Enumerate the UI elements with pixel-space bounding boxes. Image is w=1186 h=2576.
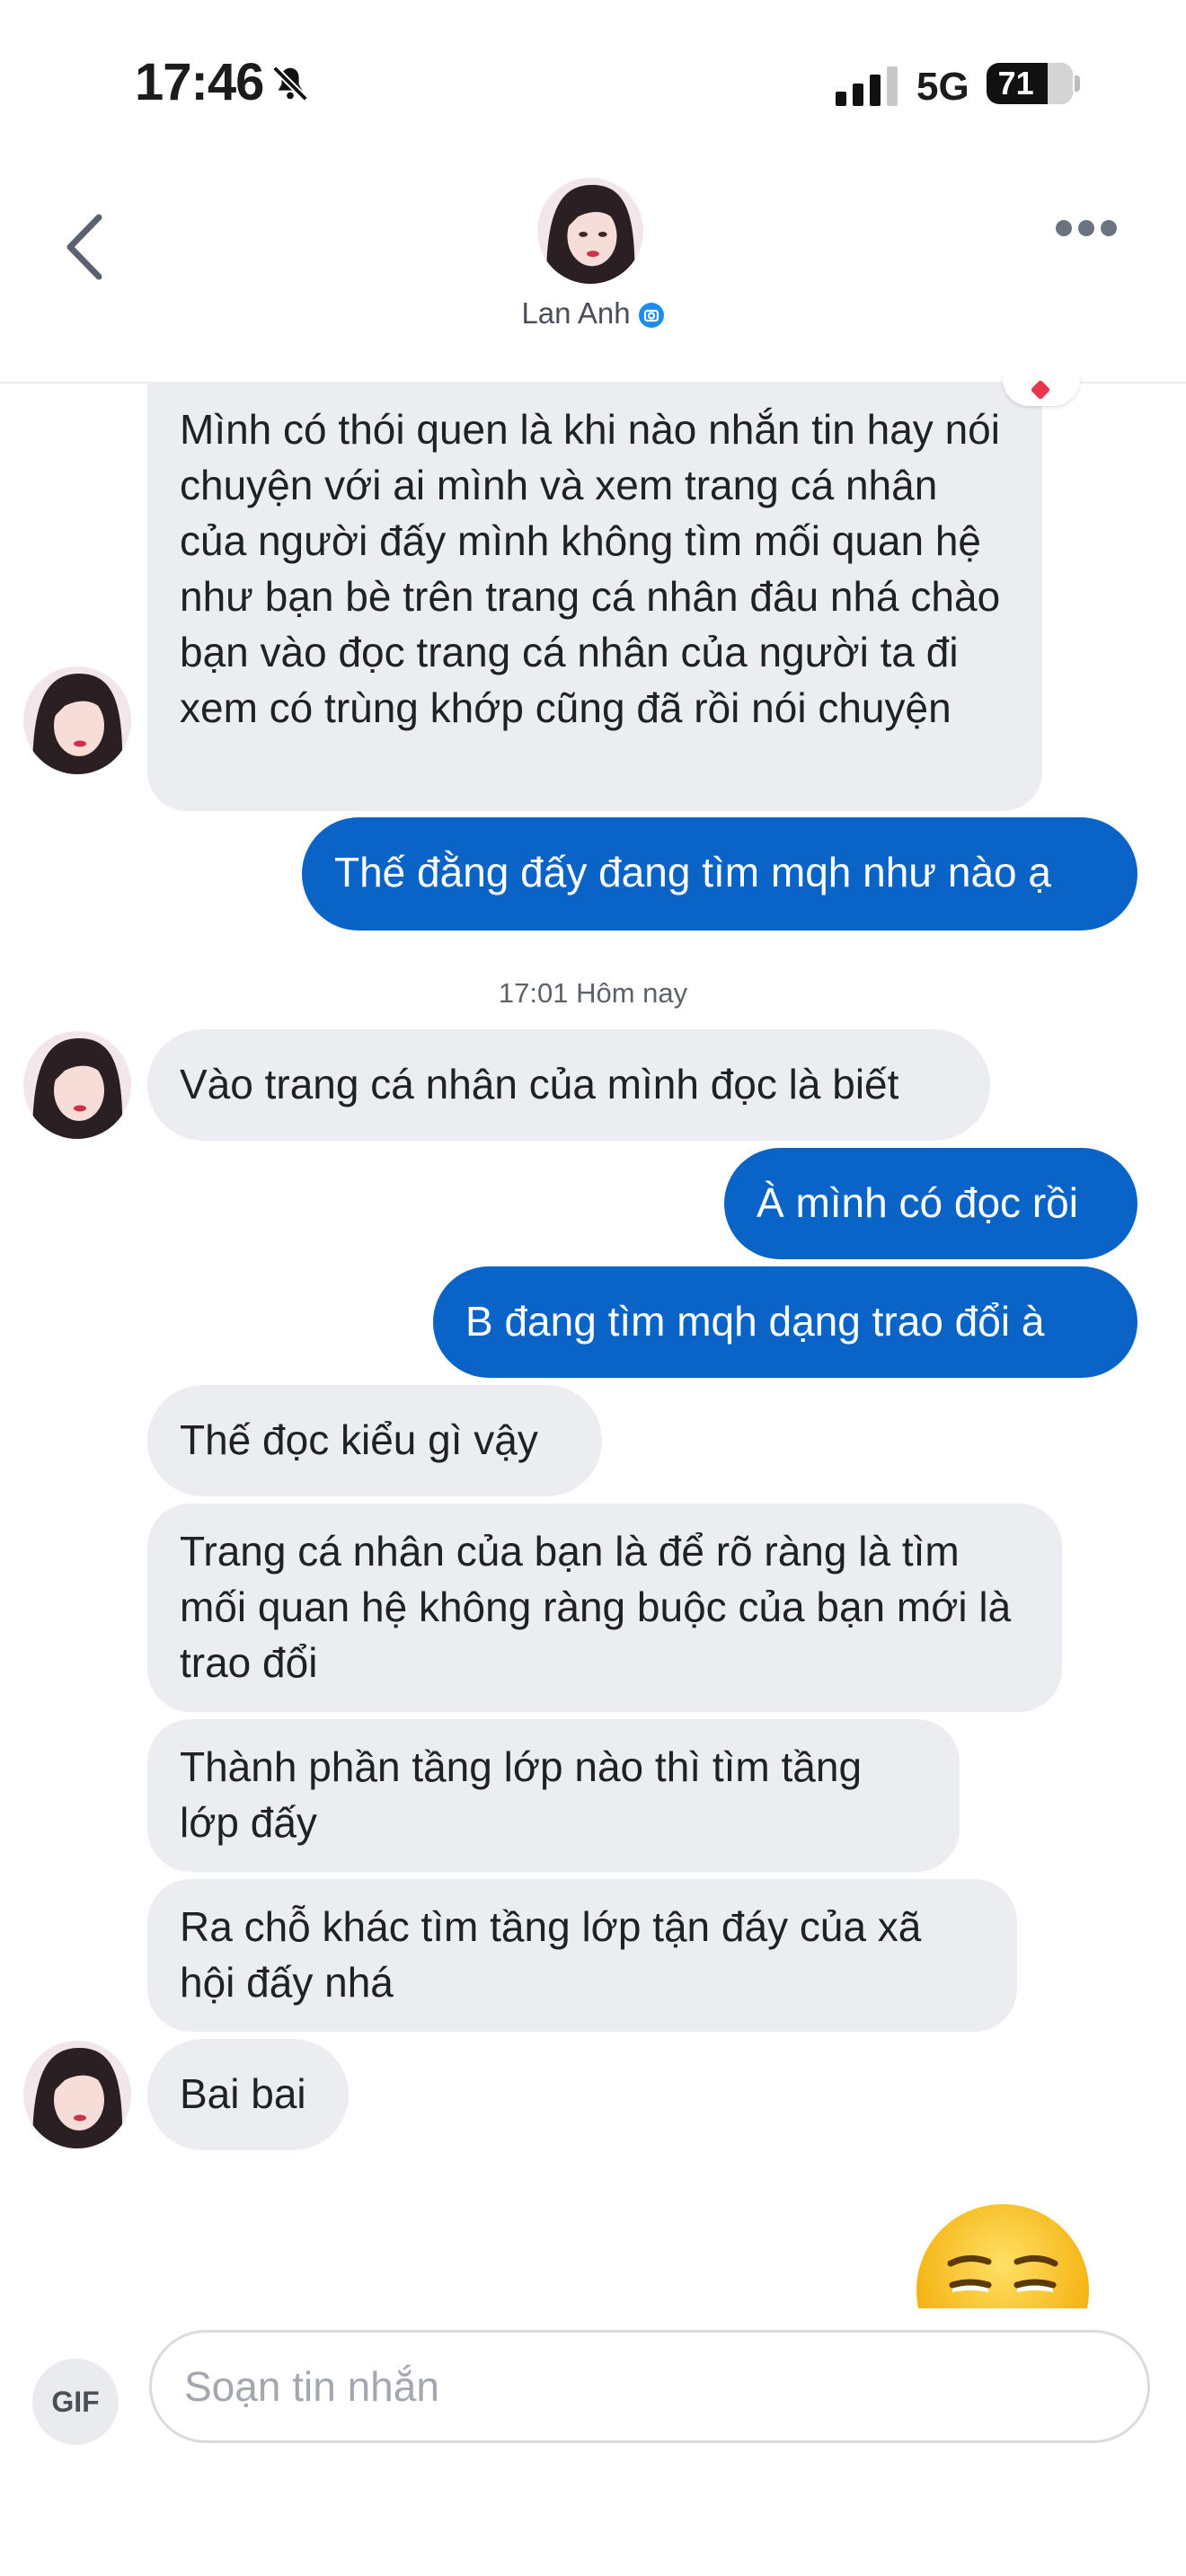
battery-level: 71 [997,65,1034,101]
message-text: Thành phần tầng lớp nào thì tìm tầng lớp… [180,1743,863,1846]
contact-avatar[interactable] [23,666,131,774]
message-bubble-incoming[interactable]: Bai bai [147,2039,349,2150]
contact-name: Lan Anh [521,296,631,330]
message-bubble-outgoing[interactable]: B đang tìm mqh dạng trao đổi à [433,1266,1137,1378]
status-bar: 17:46 5G 71 [0,0,1186,171]
chat-header: Lan Anh [0,171,1186,384]
bell-off-icon [272,66,308,101]
message-bubble-incoming[interactable]: Thành phần tầng lớp nào thì tìm tầng lớp… [147,1719,960,1872]
message-input[interactable] [149,2330,1150,2443]
message-bubble-incoming[interactable]: Ra chỗ khác tìm tầng lớp tận đáy của xã … [147,1879,1017,2032]
verified-icon [638,303,664,329]
more-icon-dot [1101,220,1117,236]
battery-indicator: 71 [987,63,1073,104]
status-time: 17:46 [135,53,264,111]
more-icon [1056,220,1072,236]
contact-avatar[interactable] [537,178,643,284]
message-bubble-incoming[interactable]: Trang cá nhân của bạn là để rõ ràng là t… [147,1504,1062,1712]
message-bubble-incoming[interactable]: Thế đọc kiểu gì vậy [147,1385,602,1496]
message-text: Bai bai [180,2070,306,2117]
contact-avatar[interactable] [23,2041,131,2148]
message-text: Ra chỗ khác tìm tầng lớp tận đáy của xã … [180,1903,922,2006]
gif-button[interactable]: GIF [32,2359,119,2445]
message-text: Mình có thói quen là khi nào nhắn tin ha… [180,406,1001,731]
message-bubble-outgoing[interactable]: Thế đằng đấy đang tìm mqh như nào ạ [302,817,1137,931]
more-options-button[interactable] [1056,220,1128,256]
message-text: Trang cá nhân của bạn là để rõ ràng là t… [180,1528,1012,1686]
message-text: Thế đọc kiểu gì vậy [180,1416,538,1463]
chevron-left-icon[interactable] [58,207,111,287]
message-text: Vào trang cá nhân của mình đọc là biết [180,1061,899,1107]
message-bubble-outgoing[interactable]: À mình có đọc rồi [724,1148,1137,1259]
signal-icon [836,66,898,106]
network-type: 5G [916,65,969,109]
unamused-face-emoji[interactable] [915,2202,1091,2308]
timestamp: 17:01 Hôm nay [498,977,688,1009]
message-bubble-incoming[interactable]: Vào trang cá nhân của mình đọc là biết [147,1029,990,1141]
more-icon-dot [1078,220,1094,236]
message-bubble-incoming[interactable]: Mình có thói quen là khi nào nhắn tin ha… [147,382,1042,811]
heart-reaction[interactable] [1003,375,1080,406]
message-text: B đang tìm mqh dạng trao đổi à [465,1298,1045,1345]
message-text: À mình có đọc rồi [757,1179,1078,1226]
contact-name-row[interactable]: Lan Anh [0,296,1186,331]
contact-avatar[interactable] [23,1031,131,1139]
message-text: Thế đằng đấy đang tìm mqh như nào ạ [334,849,1051,895]
composer-bar: GIF [0,2308,1186,2576]
battery-cap [1075,75,1080,92]
